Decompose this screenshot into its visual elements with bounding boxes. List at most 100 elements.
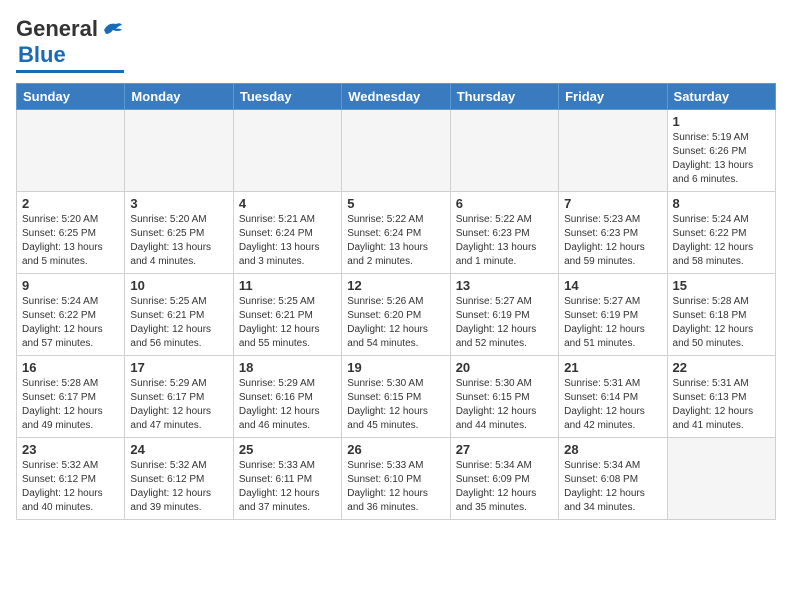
calendar-week-row: 23 Sunrise: 5:32 AM Sunset: 6:12 PM Dayli… xyxy=(17,438,776,520)
calendar-header-saturday: Saturday xyxy=(667,84,775,110)
calendar-cell: 8 Sunrise: 5:24 AM Sunset: 6:22 PM Daylig… xyxy=(667,192,775,274)
day-number: 2 xyxy=(22,196,119,211)
calendar-cell: 16 Sunrise: 5:28 AM Sunset: 6:17 PM Dayli… xyxy=(17,356,125,438)
day-number: 7 xyxy=(564,196,661,211)
day-info: Sunrise: 5:32 AM Sunset: 6:12 PM Dayligh… xyxy=(22,459,119,515)
calendar-week-row: 2 Sunrise: 5:20 AM Sunset: 6:25 PM Daylig… xyxy=(17,192,776,274)
day-number: 22 xyxy=(673,360,770,375)
calendar-cell: 23 Sunrise: 5:32 AM Sunset: 6:12 PM Dayli… xyxy=(17,438,125,520)
day-info: Sunrise: 5:26 AM Sunset: 6:20 PM Dayligh… xyxy=(347,295,444,351)
calendar-cell: 2 Sunrise: 5:20 AM Sunset: 6:25 PM Daylig… xyxy=(17,192,125,274)
day-number: 24 xyxy=(130,442,227,457)
calendar-cell: 15 Sunrise: 5:28 AM Sunset: 6:18 PM Dayli… xyxy=(667,274,775,356)
calendar-cell: 21 Sunrise: 5:31 AM Sunset: 6:14 PM Dayli… xyxy=(559,356,667,438)
day-number: 15 xyxy=(673,278,770,293)
logo-bird-icon xyxy=(102,20,124,38)
day-info: Sunrise: 5:28 AM Sunset: 6:17 PM Dayligh… xyxy=(22,377,119,433)
day-info: Sunrise: 5:25 AM Sunset: 6:21 PM Dayligh… xyxy=(239,295,336,351)
calendar-cell: 27 Sunrise: 5:34 AM Sunset: 6:09 PM Dayli… xyxy=(450,438,558,520)
calendar-header-thursday: Thursday xyxy=(450,84,558,110)
calendar-cell: 3 Sunrise: 5:20 AM Sunset: 6:25 PM Daylig… xyxy=(125,192,233,274)
day-info: Sunrise: 5:25 AM Sunset: 6:21 PM Dayligh… xyxy=(130,295,227,351)
day-number: 19 xyxy=(347,360,444,375)
calendar-header-wednesday: Wednesday xyxy=(342,84,450,110)
day-number: 21 xyxy=(564,360,661,375)
day-number: 26 xyxy=(347,442,444,457)
calendar-cell xyxy=(233,110,341,192)
calendar-cell xyxy=(125,110,233,192)
calendar-cell xyxy=(559,110,667,192)
calendar-cell: 12 Sunrise: 5:26 AM Sunset: 6:20 PM Dayli… xyxy=(342,274,450,356)
calendar-cell: 26 Sunrise: 5:33 AM Sunset: 6:10 PM Dayli… xyxy=(342,438,450,520)
logo-general-text: General xyxy=(16,16,98,42)
calendar-cell: 14 Sunrise: 5:27 AM Sunset: 6:19 PM Dayli… xyxy=(559,274,667,356)
day-number: 8 xyxy=(673,196,770,211)
logo-blue-text: Blue xyxy=(18,42,66,68)
day-info: Sunrise: 5:28 AM Sunset: 6:18 PM Dayligh… xyxy=(673,295,770,351)
day-info: Sunrise: 5:22 AM Sunset: 6:23 PM Dayligh… xyxy=(456,213,553,269)
calendar-cell: 17 Sunrise: 5:29 AM Sunset: 6:17 PM Dayli… xyxy=(125,356,233,438)
day-info: Sunrise: 5:29 AM Sunset: 6:17 PM Dayligh… xyxy=(130,377,227,433)
day-info: Sunrise: 5:20 AM Sunset: 6:25 PM Dayligh… xyxy=(130,213,227,269)
calendar-week-row: 9 Sunrise: 5:24 AM Sunset: 6:22 PM Daylig… xyxy=(17,274,776,356)
calendar-cell: 22 Sunrise: 5:31 AM Sunset: 6:13 PM Dayli… xyxy=(667,356,775,438)
day-number: 25 xyxy=(239,442,336,457)
day-number: 14 xyxy=(564,278,661,293)
day-number: 16 xyxy=(22,360,119,375)
calendar-cell: 18 Sunrise: 5:29 AM Sunset: 6:16 PM Dayli… xyxy=(233,356,341,438)
day-number: 1 xyxy=(673,114,770,129)
day-info: Sunrise: 5:21 AM Sunset: 6:24 PM Dayligh… xyxy=(239,213,336,269)
calendar-cell: 4Sunrise: 5:21 AM Sunset: 6:24 PM Daylig… xyxy=(233,192,341,274)
calendar-header-tuesday: Tuesday xyxy=(233,84,341,110)
calendar-cell: 7 Sunrise: 5:23 AM Sunset: 6:23 PM Daylig… xyxy=(559,192,667,274)
calendar-cell: 10Sunrise: 5:25 AM Sunset: 6:21 PM Dayli… xyxy=(125,274,233,356)
day-info: Sunrise: 5:24 AM Sunset: 6:22 PM Dayligh… xyxy=(22,295,119,351)
calendar-week-row: 1 Sunrise: 5:19 AM Sunset: 6:26 PM Daylig… xyxy=(17,110,776,192)
calendar-cell: 25Sunrise: 5:33 AM Sunset: 6:11 PM Dayli… xyxy=(233,438,341,520)
day-info: Sunrise: 5:20 AM Sunset: 6:25 PM Dayligh… xyxy=(22,213,119,269)
calendar-cell: 24 Sunrise: 5:32 AM Sunset: 6:12 PM Dayli… xyxy=(125,438,233,520)
page-header: General Blue xyxy=(16,16,776,73)
day-info: Sunrise: 5:24 AM Sunset: 6:22 PM Dayligh… xyxy=(673,213,770,269)
day-info: Sunrise: 5:29 AM Sunset: 6:16 PM Dayligh… xyxy=(239,377,336,433)
calendar-cell: 6 Sunrise: 5:22 AM Sunset: 6:23 PM Daylig… xyxy=(450,192,558,274)
day-number: 17 xyxy=(130,360,227,375)
day-info: Sunrise: 5:34 AM Sunset: 6:08 PM Dayligh… xyxy=(564,459,661,515)
day-info: Sunrise: 5:32 AM Sunset: 6:12 PM Dayligh… xyxy=(130,459,227,515)
day-number: 18 xyxy=(239,360,336,375)
logo-underline xyxy=(16,70,124,73)
calendar-cell xyxy=(667,438,775,520)
calendar-cell: 11Sunrise: 5:25 AM Sunset: 6:21 PM Dayli… xyxy=(233,274,341,356)
day-info: Sunrise: 5:31 AM Sunset: 6:14 PM Dayligh… xyxy=(564,377,661,433)
day-number: 9 xyxy=(22,278,119,293)
calendar-header-monday: Monday xyxy=(125,84,233,110)
day-info: Sunrise: 5:31 AM Sunset: 6:13 PM Dayligh… xyxy=(673,377,770,433)
day-info: Sunrise: 5:23 AM Sunset: 6:23 PM Dayligh… xyxy=(564,213,661,269)
day-info: Sunrise: 5:19 AM Sunset: 6:26 PM Dayligh… xyxy=(673,131,770,187)
day-number: 12 xyxy=(347,278,444,293)
logo: General Blue xyxy=(16,16,124,73)
day-info: Sunrise: 5:33 AM Sunset: 6:10 PM Dayligh… xyxy=(347,459,444,515)
day-info: Sunrise: 5:30 AM Sunset: 6:15 PM Dayligh… xyxy=(347,377,444,433)
day-number: 6 xyxy=(456,196,553,211)
day-number: 28 xyxy=(564,442,661,457)
calendar-header-sunday: Sunday xyxy=(17,84,125,110)
calendar-cell: 20Sunrise: 5:30 AM Sunset: 6:15 PM Dayli… xyxy=(450,356,558,438)
day-info: Sunrise: 5:22 AM Sunset: 6:24 PM Dayligh… xyxy=(347,213,444,269)
day-info: Sunrise: 5:27 AM Sunset: 6:19 PM Dayligh… xyxy=(456,295,553,351)
day-info: Sunrise: 5:27 AM Sunset: 6:19 PM Dayligh… xyxy=(564,295,661,351)
calendar-table: SundayMondayTuesdayWednesdayThursdayFrid… xyxy=(16,83,776,520)
calendar-header-row: SundayMondayTuesdayWednesdayThursdayFrid… xyxy=(17,84,776,110)
calendar-cell: 9 Sunrise: 5:24 AM Sunset: 6:22 PM Daylig… xyxy=(17,274,125,356)
calendar-header-friday: Friday xyxy=(559,84,667,110)
day-number: 3 xyxy=(130,196,227,211)
day-number: 20 xyxy=(456,360,553,375)
calendar-cell xyxy=(450,110,558,192)
day-number: 23 xyxy=(22,442,119,457)
day-info: Sunrise: 5:34 AM Sunset: 6:09 PM Dayligh… xyxy=(456,459,553,515)
calendar-cell: 28 Sunrise: 5:34 AM Sunset: 6:08 PM Dayli… xyxy=(559,438,667,520)
day-number: 27 xyxy=(456,442,553,457)
calendar-cell xyxy=(342,110,450,192)
calendar-cell: 5Sunrise: 5:22 AM Sunset: 6:24 PM Daylig… xyxy=(342,192,450,274)
calendar-cell: 1 Sunrise: 5:19 AM Sunset: 6:26 PM Daylig… xyxy=(667,110,775,192)
